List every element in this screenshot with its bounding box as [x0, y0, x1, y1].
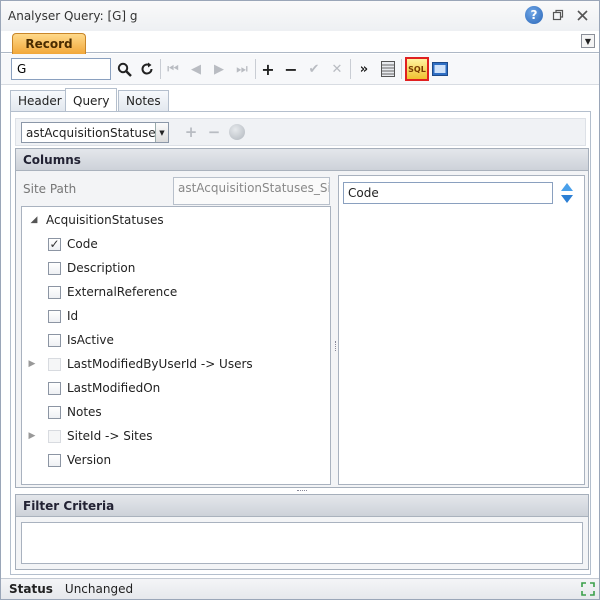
tree-field-version[interactable]: Version [48, 450, 111, 470]
field-label: LastModifiedByUserId -> Users [67, 357, 253, 371]
toolbar-divider [160, 59, 161, 79]
refresh-icon[interactable] [138, 60, 156, 78]
chevron-down-icon[interactable]: ▼ [581, 34, 595, 48]
tab-header[interactable]: Header [10, 90, 70, 111]
checkbox[interactable] [48, 333, 61, 347]
checkbox-checked[interactable]: ✓ [48, 237, 61, 251]
field-label: Description [67, 261, 136, 275]
record-toolbar: ⏮ ◀ ▶ ⏭ + − ✔ ✕ » SQL [1, 54, 599, 85]
checkbox[interactable] [48, 309, 61, 323]
tree-field-code[interactable]: ✓ Code [48, 234, 98, 254]
status-value: Unchanged [64, 582, 134, 596]
window-controls: ? [525, 6, 591, 24]
checkbox[interactable] [48, 381, 61, 395]
tree-field-lastmodifiedbyuserid[interactable]: ▶ LastModifiedByUserId -> Users [29, 354, 253, 374]
filter-criteria-area[interactable] [21, 522, 583, 564]
field-label: LastModifiedOn [67, 381, 161, 395]
tree-root[interactable]: ◢ AcquisitionStatuses [28, 210, 164, 230]
record-tab-strip: Record ▼ [1, 31, 599, 54]
collapsed-triangle-icon[interactable]: ▶ [26, 431, 38, 441]
horizontal-splitter[interactable] [15, 489, 589, 493]
tree-root-label: AcquisitionStatuses [46, 213, 164, 227]
remove-entity-icon[interactable]: − [205, 123, 223, 141]
globe-icon[interactable] [228, 123, 246, 141]
record-search-input[interactable] [11, 58, 111, 80]
tree-field-description[interactable]: Description [48, 258, 135, 278]
filter-criteria-section: Filter Criteria [15, 494, 589, 570]
tree-field-externalreference[interactable]: ExternalReference [48, 282, 177, 302]
tab-record[interactable]: Record [12, 33, 86, 54]
tab-query[interactable]: Query [65, 88, 118, 112]
columns-section: Columns Site Path astAcquisitionStatuses… [15, 148, 589, 488]
field-label: Version [67, 453, 112, 467]
toolbar-divider [255, 59, 256, 79]
title-bar: Analyser Query: [G] g ? [1, 1, 599, 31]
first-icon[interactable]: ⏮ [164, 60, 182, 78]
cancel-icon[interactable]: ✕ [328, 60, 346, 78]
entity-select[interactable]: astAcquisitionStatuses ▼ [21, 122, 169, 143]
toolbar-divider [401, 59, 402, 79]
window-title: Analyser Query: [G] g [8, 9, 138, 23]
grid-icon[interactable] [379, 60, 397, 78]
field-label: SiteId -> Sites [67, 429, 153, 443]
checkbox[interactable] [48, 453, 61, 467]
sql-button[interactable]: SQL [405, 57, 429, 81]
query-panel: astAcquisitionStatuses ▼ + − Columns Sit… [10, 111, 591, 575]
field-label: Notes [67, 405, 102, 419]
site-path-label: Site Path [23, 182, 77, 196]
last-icon[interactable]: ⏭ [233, 60, 251, 78]
help-icon[interactable]: ? [525, 6, 543, 24]
tree-field-id[interactable]: Id [48, 306, 78, 326]
double-chevron-icon[interactable]: » [355, 60, 373, 78]
tree-field-siteid[interactable]: ▶ SiteId -> Sites [29, 426, 153, 446]
field-label: Code [67, 237, 98, 251]
checkbox-disabled [48, 357, 61, 371]
inner-tab-bar: Header Query Notes [10, 88, 590, 112]
tree-field-notes[interactable]: Notes [48, 402, 102, 422]
status-label: Status [9, 582, 53, 596]
previous-icon[interactable]: ◀ [187, 60, 205, 78]
toolbar-divider [350, 59, 351, 79]
columns-header: Columns [16, 149, 588, 171]
selected-column-item[interactable]: Code [343, 182, 553, 204]
add-icon[interactable]: + [259, 60, 277, 79]
add-entity-icon[interactable]: + [182, 123, 200, 141]
analyser-query-window: Analyser Query: [G] g ? Record ▼ ⏮ ◀ ▶ ⏭ [0, 0, 600, 600]
selected-columns-list: Code [338, 175, 585, 485]
resize-icon[interactable] [580, 581, 596, 597]
entity-select-value: astAcquisitionStatuses [26, 126, 162, 140]
restore-icon[interactable] [549, 6, 567, 24]
checkbox[interactable] [48, 261, 61, 275]
site-path-field: astAcquisitionStatuses_Sit [173, 177, 330, 205]
field-label: IsActive [67, 333, 114, 347]
close-icon[interactable] [573, 6, 591, 24]
view-icon[interactable] [431, 60, 449, 78]
next-icon[interactable]: ▶ [210, 60, 228, 78]
check-icon[interactable]: ✔ [305, 60, 323, 78]
checkbox[interactable] [48, 285, 61, 299]
filter-criteria-header: Filter Criteria [16, 495, 588, 517]
checkbox[interactable] [48, 405, 61, 419]
chevron-down-icon[interactable]: ▼ [155, 123, 168, 142]
collapsed-triangle-icon[interactable]: ▶ [26, 359, 38, 369]
status-bar: Status Unchanged [1, 578, 599, 599]
tab-notes[interactable]: Notes [118, 90, 169, 111]
expanded-triangle-icon[interactable]: ◢ [28, 215, 40, 225]
field-label: ExternalReference [67, 285, 178, 299]
tree-field-isactive[interactable]: IsActive [48, 330, 114, 350]
field-tree: ◢ AcquisitionStatuses ✓ Code Description… [21, 206, 331, 485]
sort-arrows-icon[interactable] [558, 182, 576, 204]
search-icon[interactable] [115, 60, 133, 78]
vertical-splitter[interactable] [334, 206, 337, 485]
tree-field-lastmodifiedon[interactable]: LastModifiedOn [48, 378, 160, 398]
entity-bar: astAcquisitionStatuses ▼ + − [15, 118, 586, 146]
field-label: Id [67, 309, 79, 323]
checkbox-disabled [48, 429, 61, 443]
remove-icon[interactable]: − [282, 60, 300, 79]
